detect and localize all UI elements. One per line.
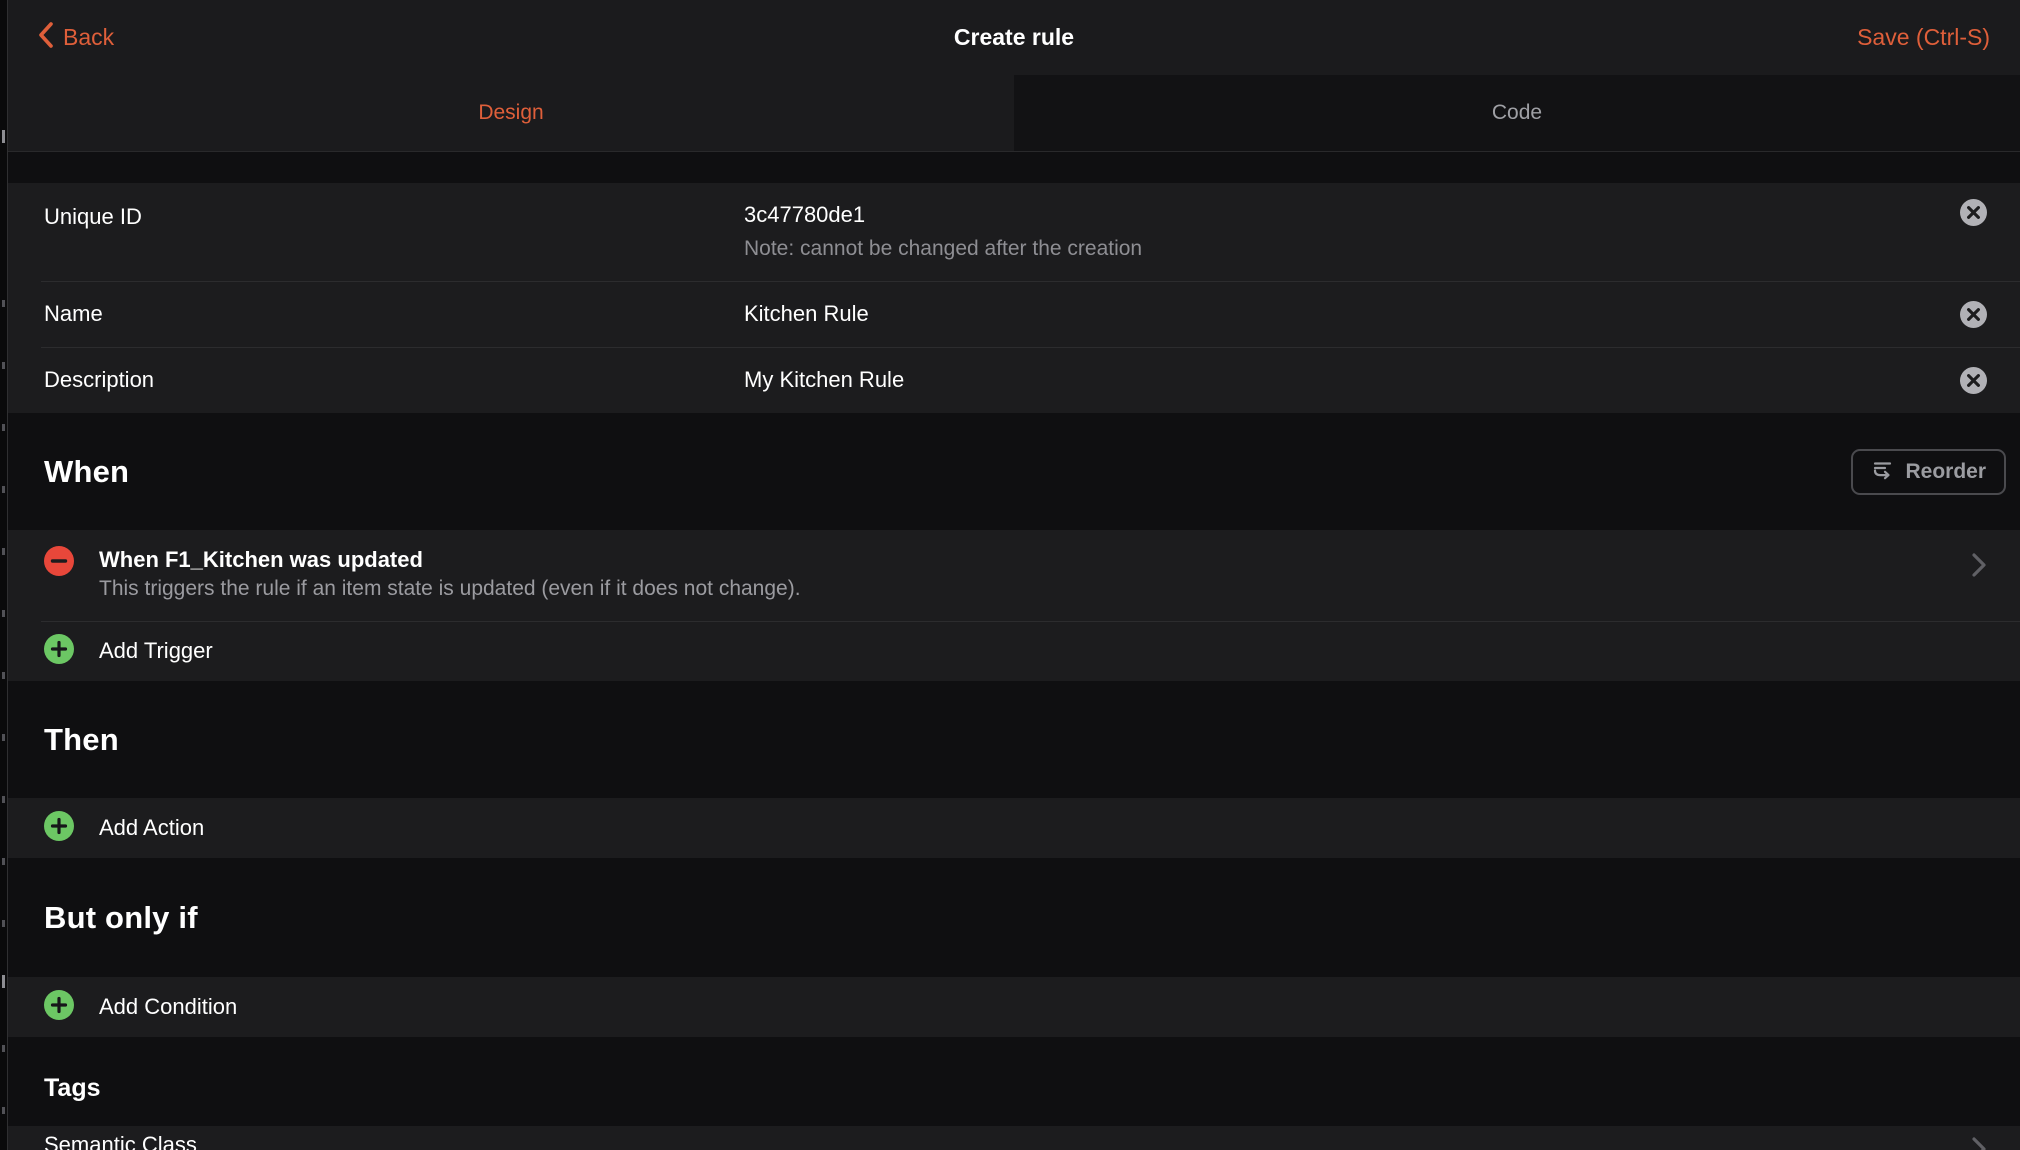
trigger-item-row[interactable]: When F1_Kitchen was updated This trigger… xyxy=(8,530,2020,621)
save-button[interactable]: Save (Ctrl-S) xyxy=(1857,24,1990,51)
clear-icon xyxy=(1960,367,1987,394)
name-row: Name xyxy=(8,281,2020,347)
rule-meta-block: Unique ID Note: cannot be changed after … xyxy=(8,183,2020,413)
then-heading: Then xyxy=(44,722,119,758)
add-action-button[interactable]: Add Action xyxy=(8,798,2020,858)
add-condition-button[interactable]: Add Condition xyxy=(8,977,2020,1037)
tab-code[interactable]: Code xyxy=(1014,75,2020,151)
name-label: Name xyxy=(44,301,744,327)
semantic-class-row[interactable]: Semantic Class xyxy=(8,1126,2020,1150)
trigger-texts: When F1_Kitchen was updated This trigger… xyxy=(99,545,2020,604)
name-input[interactable] xyxy=(744,301,1944,327)
conditions-section-header: But only if xyxy=(8,858,2020,977)
navbar: Back Create rule Save (Ctrl-S) xyxy=(8,0,2020,75)
back-chevron-icon xyxy=(38,21,54,55)
create-rule-page: Back Create rule Save (Ctrl-S) Design Co… xyxy=(0,0,2020,1150)
back-button[interactable]: Back xyxy=(38,21,114,55)
page-title: Create rule xyxy=(8,24,2020,51)
description-label: Description xyxy=(44,367,744,393)
description-input[interactable] xyxy=(744,367,1944,393)
triggers-block: When F1_Kitchen was updated This trigger… xyxy=(8,530,2020,681)
but-only-if-heading: But only if xyxy=(44,900,198,936)
unique-id-input[interactable] xyxy=(744,202,1944,228)
minus-circle-icon xyxy=(44,563,74,580)
tags-block: Semantic Class xyxy=(8,1126,2020,1150)
then-section-header: Then xyxy=(8,681,2020,798)
reorder-icon xyxy=(1871,457,1894,486)
form-content: Unique ID Note: cannot be changed after … xyxy=(8,152,2020,1150)
tabbar: Design Code xyxy=(8,75,2020,152)
add-trigger-button[interactable]: Add Trigger xyxy=(8,621,2020,681)
chevron-right-icon xyxy=(1971,552,1987,583)
plus-circle-icon xyxy=(44,811,74,846)
clear-unique-id-button[interactable] xyxy=(1960,199,1987,226)
clear-description-button[interactable] xyxy=(1960,367,1987,394)
trigger-title: When F1_Kitchen was updated xyxy=(99,545,1960,574)
plus-circle-icon xyxy=(44,990,74,1025)
add-action-label: Add Action xyxy=(99,815,204,841)
when-section-header: When Reorder xyxy=(8,413,2020,530)
reorder-button[interactable]: Reorder xyxy=(1851,449,2006,495)
reorder-label: Reorder xyxy=(1905,460,1986,484)
clear-name-button[interactable] xyxy=(1960,301,1987,328)
back-label: Back xyxy=(63,24,114,51)
semantic-class-label: Semantic Class xyxy=(44,1132,197,1150)
chevron-right-icon xyxy=(1971,1136,1987,1150)
clear-icon xyxy=(1960,199,1987,226)
actions-block: Add Action xyxy=(8,798,2020,858)
trigger-subtitle: This triggers the rule if an item state … xyxy=(99,574,1960,604)
remove-trigger-button[interactable] xyxy=(44,546,74,581)
plus-circle-icon xyxy=(44,634,74,669)
add-condition-label: Add Condition xyxy=(99,994,237,1020)
tags-heading: Tags xyxy=(44,1074,101,1103)
conditions-block: Add Condition xyxy=(8,977,2020,1037)
unique-id-note: Note: cannot be changed after the creati… xyxy=(744,237,1944,277)
when-heading: When xyxy=(44,454,129,490)
unique-id-row: Unique ID Note: cannot be changed after … xyxy=(8,183,2020,281)
tab-design[interactable]: Design xyxy=(8,75,1014,151)
adjacent-panel-edge xyxy=(0,0,8,1150)
clear-icon xyxy=(1960,301,1987,328)
tags-section-header: Tags xyxy=(8,1037,2020,1126)
description-row: Description xyxy=(8,347,2020,413)
add-trigger-label: Add Trigger xyxy=(99,638,213,664)
unique-id-label: Unique ID xyxy=(44,183,744,230)
